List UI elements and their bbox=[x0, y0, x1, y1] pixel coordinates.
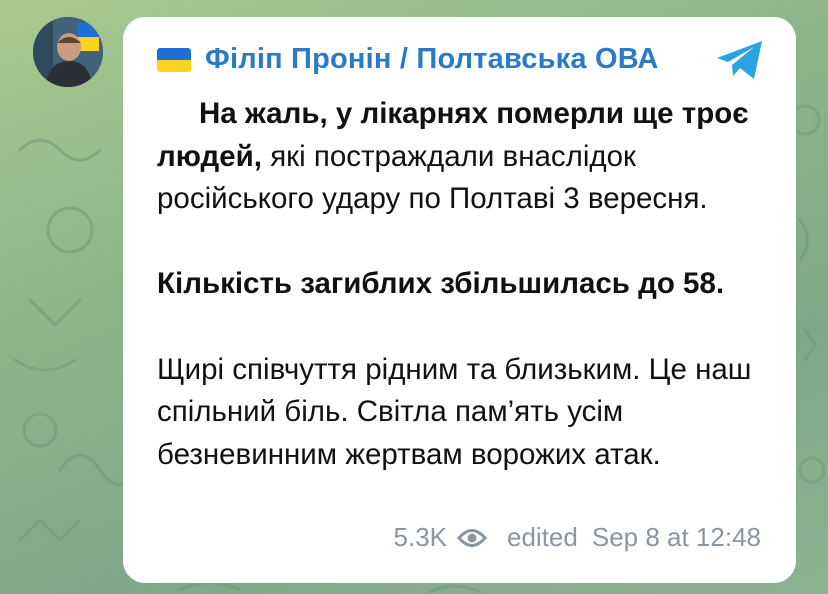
message-header: Філіп Пронін / Полтавська ОВА bbox=[157, 43, 659, 76]
message-bubble: Філіп Пронін / Полтавська ОВА На жаль, у… bbox=[123, 17, 796, 583]
message-meta: 5.3K edited Sep 8 at 12:48 bbox=[394, 522, 761, 553]
ukraine-flag-icon bbox=[157, 47, 191, 72]
edited-label: edited bbox=[507, 522, 578, 552]
channel-avatar[interactable] bbox=[33, 17, 103, 87]
message-paragraph-1: На жаль, у лікарнях померли ще троє люде… bbox=[157, 93, 777, 221]
message-paragraph-2: Кількість загиблих збільшилась до 58. bbox=[157, 263, 777, 306]
view-count: 5.3K bbox=[393, 522, 448, 552]
eye-icon bbox=[457, 528, 488, 547]
death-toll-text: Кількість загиблих збільшилась до 58. bbox=[157, 267, 725, 301]
avatar-image bbox=[33, 17, 103, 87]
telegram-icon[interactable] bbox=[714, 39, 766, 81]
message-text: На жаль, у лікарнях померли ще троє люде… bbox=[157, 93, 777, 476]
message-timestamp: Sep 8 at 12:48 bbox=[591, 522, 761, 552]
channel-name[interactable]: Філіп Пронін / Полтавська ОВА bbox=[205, 43, 659, 76]
message-paragraph-3: Щирі співчуття рідним та близьким. Це на… bbox=[157, 352, 752, 471]
